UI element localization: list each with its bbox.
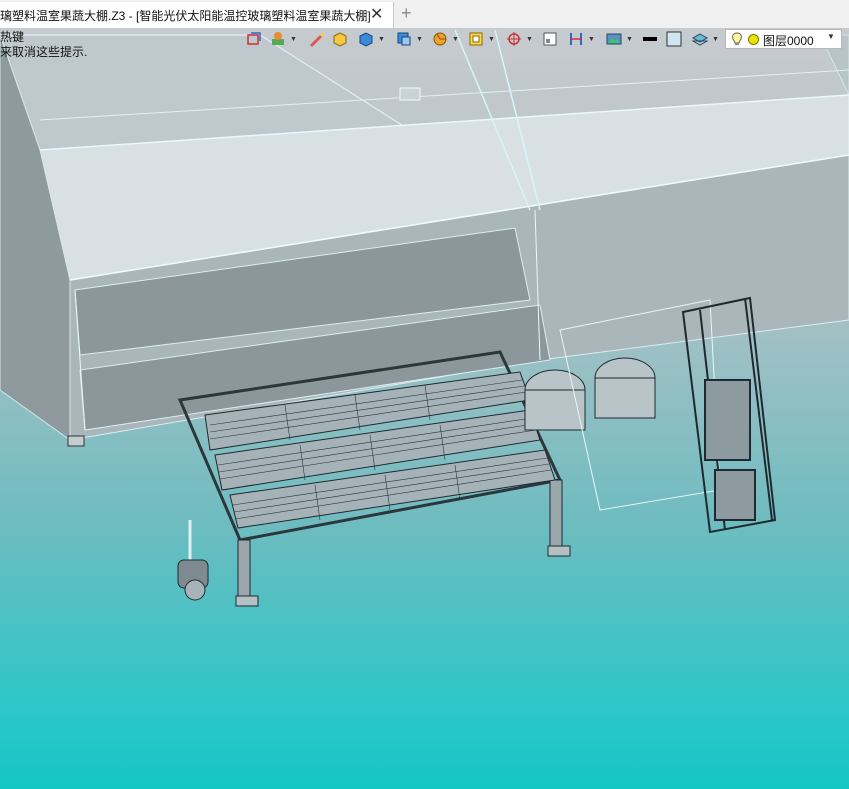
- layer-color-icon: [748, 34, 759, 45]
- document-tab-title: 璃塑料温室果蔬大棚.Z3 - [智能光伏太阳能温控玻璃塑料温室果蔬大棚]: [0, 9, 371, 23]
- plus-icon[interactable]: +: [401, 3, 412, 24]
- chevron-down-icon[interactable]: ▼: [712, 36, 719, 43]
- pie-icon[interactable]: [430, 29, 450, 49]
- line-color-icon[interactable]: [640, 29, 660, 49]
- solid-icon[interactable]: [394, 29, 414, 49]
- 3d-viewport[interactable]: 璃塑料温室果蔬大棚.Z3 - [智能光伏太阳能温控玻璃塑料温室果蔬大棚] ✕ +…: [0, 0, 849, 789]
- layer-name: 图层0000: [763, 34, 814, 48]
- dimension-icon[interactable]: [566, 29, 586, 49]
- chevron-down-icon[interactable]: ▼: [488, 36, 495, 43]
- frame-icon[interactable]: [466, 29, 486, 49]
- hint-line-2: 来取消这些提示.: [0, 45, 88, 59]
- lightbulb-icon[interactable]: [731, 32, 743, 49]
- chevron-down-icon[interactable]: ▼: [290, 36, 297, 43]
- layer-selector[interactable]: 图层0000 ▼: [725, 29, 842, 49]
- layers-icon[interactable]: [690, 29, 710, 49]
- hint-text: 热键 来取消这些提示.: [0, 30, 87, 60]
- target-icon[interactable]: [504, 29, 524, 49]
- document-tab-bar: 璃塑料温室果蔬大棚.Z3 - [智能光伏太阳能温控玻璃塑料温室果蔬大棚] ✕ +: [0, 0, 849, 29]
- view-toolbar: ▼ ▼ ▼ ▼ ▼ ▼ ▼ ▼ ▼ 图层0000 ▼: [244, 29, 849, 51]
- document-tab[interactable]: 璃塑料温室果蔬大棚.Z3 - [智能光伏太阳能温控玻璃塑料温室果蔬大棚] ✕: [0, 2, 394, 28]
- hint-line-1: 热键: [0, 30, 25, 44]
- chevron-down-icon[interactable]: ▼: [526, 36, 533, 43]
- fill-color-icon[interactable]: [664, 29, 684, 49]
- image-icon[interactable]: [604, 29, 624, 49]
- cube-icon[interactable]: [356, 29, 376, 49]
- pencil-icon[interactable]: [306, 29, 326, 49]
- close-icon[interactable]: ✕: [370, 4, 383, 24]
- paint-icon[interactable]: [268, 29, 288, 49]
- box-icon[interactable]: [330, 29, 350, 49]
- chevron-down-icon[interactable]: ▼: [378, 36, 385, 43]
- chevron-down-icon[interactable]: ▼: [588, 36, 595, 43]
- chevron-down-icon[interactable]: ▼: [827, 32, 835, 41]
- plane-icon[interactable]: [540, 29, 560, 49]
- chevron-down-icon[interactable]: ▼: [626, 36, 633, 43]
- greenhouse-model[interactable]: [0, 0, 849, 789]
- chevron-down-icon[interactable]: ▼: [452, 36, 459, 43]
- chevron-down-icon[interactable]: ▼: [416, 36, 423, 43]
- undo-view-icon[interactable]: [244, 29, 264, 49]
